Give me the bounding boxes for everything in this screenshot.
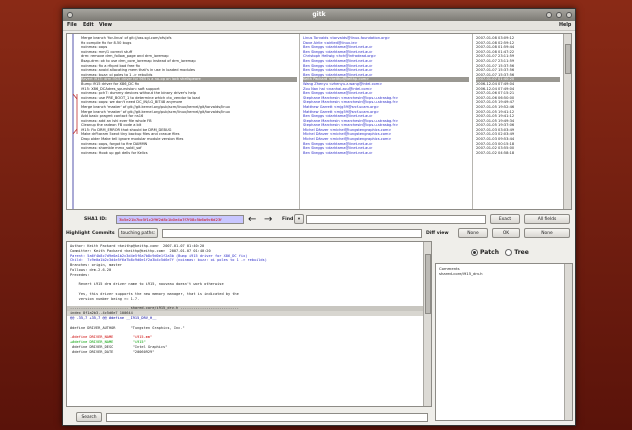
find-input[interactable] — [306, 215, 486, 224]
commit-row[interactable]: noinmas: Hook up gpt dells for Kelics — [81, 151, 297, 156]
tree-label: Tree — [514, 249, 529, 256]
diff-line: #define DRIVER_DATE "20060929" — [70, 349, 155, 354]
tree-radio[interactable] — [505, 249, 513, 256]
find-label: Find — [282, 217, 294, 222]
diff-pane: Author: Keith Packard <keithp@keithp.com… — [66, 241, 432, 407]
sha-field[interactable]: 3b5e21b7bc5f1c2f9f2d8c1b0e4a7f7f08c5b6a9… — [116, 215, 244, 224]
sha-bar: SHA1 ID: 3b5e21b7bc5f1c2f9f2d8c1b0e4a7f7… — [66, 213, 572, 227]
ok-dropdown[interactable]: OK — [492, 228, 520, 238]
menu-edit[interactable]: Edit — [83, 23, 94, 28]
date-cell[interactable]: 2007-01-02 04:58:18 — [476, 151, 560, 156]
sha-label: SHA1 ID: — [84, 217, 107, 222]
diff-scrollbar[interactable] — [423, 242, 431, 406]
find-down-button[interactable]: ▾ — [294, 214, 304, 224]
file-list: Comments shared-core/i915_drv.h — [435, 263, 573, 421]
diff-text[interactable]: Author: Keith Packard <keithp@keithp.com… — [67, 244, 423, 354]
author-list: Linus Torvalds <torvalds@linux-foundatio… — [303, 36, 469, 155]
gitk-window: gitk File Edit View Help Merge branch 'f… — [62, 8, 576, 426]
window-title: gitk — [312, 11, 326, 18]
back-arrow-icon[interactable]: ← — [248, 214, 256, 225]
highlight-type[interactable]: Commits — [92, 231, 115, 236]
diff-search-input[interactable] — [106, 413, 428, 422]
patch-label: Patch — [480, 249, 499, 256]
commit-graph-column: Merge branch 'for-linus' of git://oss.sg… — [67, 34, 299, 209]
menu-help[interactable]: Help — [559, 23, 571, 28]
exact-dropdown[interactable]: Exact — [490, 214, 520, 224]
diff-view-label: Diff view — [426, 231, 449, 236]
file-pane: Patch Tree Comments shared-core/i915_drv… — [435, 241, 573, 421]
highlight-bar: Highlight Commits touching paths: Diff v… — [66, 228, 572, 240]
column-divider[interactable] — [472, 34, 473, 209]
none-dropdown[interactable]: None — [524, 228, 570, 238]
commit-graph — [72, 34, 78, 209]
commit-list-scrollbar[interactable] — [563, 34, 571, 209]
touching-paths-dropdown[interactable]: touching paths: — [118, 228, 158, 238]
close-icon[interactable] — [566, 12, 572, 18]
patch-radio[interactable] — [471, 249, 478, 256]
scrollbar-thumb[interactable] — [425, 254, 431, 314]
diff-search-bar: Search — [66, 410, 432, 424]
window-titlebar[interactable]: gitk — [63, 9, 575, 21]
file-item-i915[interactable]: shared-core/i915_drv.h — [436, 272, 572, 277]
author-cell[interactable]: Ben Skeggs <darktama@iinet.net.au> — [303, 151, 469, 156]
file-list-scrollbar[interactable] — [564, 264, 572, 420]
highlight-input[interactable] — [162, 229, 422, 238]
date-list: 2007-01-08 03:09:12 2007-01-08 02:59:12 20… — [476, 36, 560, 155]
commit-summaries: Merge branch 'for-linus' of git://oss.sg… — [81, 36, 297, 155]
menu-view[interactable]: View — [99, 23, 112, 28]
column-divider[interactable] — [299, 34, 300, 209]
search-button[interactable]: Search — [76, 412, 102, 422]
forward-arrow-icon[interactable]: → — [264, 214, 272, 225]
highlight-label: Highlight — [66, 231, 90, 236]
menu-bar: File Edit View Help — [63, 21, 575, 31]
minimize-icon[interactable] — [546, 12, 552, 18]
maximize-icon[interactable] — [556, 12, 562, 18]
lines-dropdown[interactable]: None — [458, 228, 488, 238]
commit-list-pane: Merge branch 'for-linus' of git://oss.sg… — [66, 33, 572, 210]
menu-file[interactable]: File — [67, 23, 77, 28]
author-column: Linus Torvalds <torvalds@linux-foundatio… — [301, 34, 471, 209]
date-column: 2007-01-08 03:09:12 2007-01-08 02:59:12 20… — [474, 34, 562, 209]
view-mode-radios: Patch Tree — [471, 249, 529, 256]
window-menu-icon[interactable] — [67, 12, 73, 18]
all-fields-dropdown[interactable]: All fields — [524, 214, 570, 224]
scrollbar-thumb[interactable] — [565, 44, 571, 74]
